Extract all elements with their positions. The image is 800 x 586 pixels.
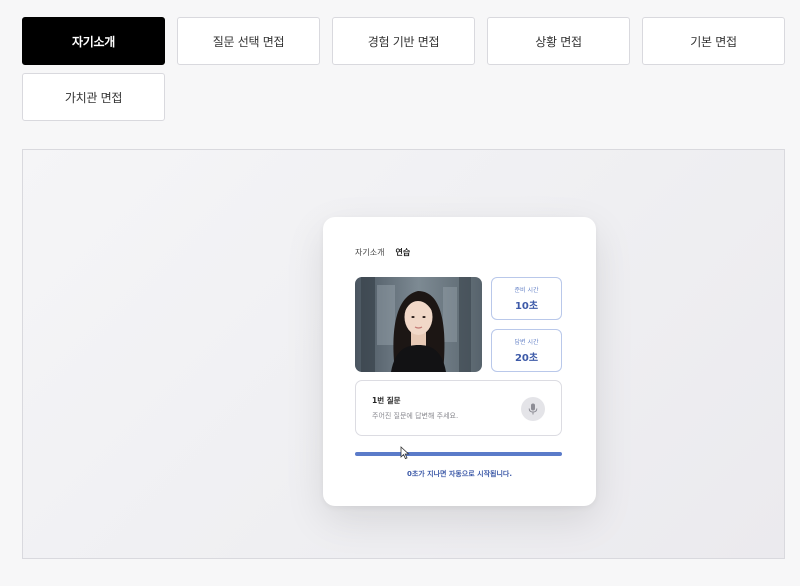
- tab-self-introduction[interactable]: 자기소개: [22, 17, 165, 65]
- prep-time-value: 10초: [514, 301, 539, 312]
- microphone-button[interactable]: [521, 397, 545, 421]
- microphone-icon: [528, 403, 538, 415]
- interviewer-video: [355, 277, 482, 372]
- tab-experience-based-interview[interactable]: 경험 기반 면접: [332, 17, 475, 65]
- answer-time-box: 답변 시간 20초: [491, 329, 562, 372]
- tab-basic-interview[interactable]: 기본 면접: [642, 17, 785, 65]
- breadcrumb-category: 자기소개: [355, 248, 385, 257]
- interviewer-photo: [355, 277, 482, 372]
- answer-time-label: 답변 시간: [514, 339, 539, 346]
- countdown-progress-fill: [355, 452, 562, 456]
- tab-values-interview[interactable]: 가치관 면접: [22, 73, 165, 121]
- auto-start-notice: 0초가 지나면 자동으로 시작됩니다.: [406, 470, 512, 478]
- question-prompt: 주어진 질문에 답변해 주세요.: [372, 412, 459, 420]
- mouse-cursor-icon: [400, 446, 410, 460]
- interview-card: 자기소개 연습 준비 시간 10초 답변 시간 20초 1번 질문 주어진 질문…: [323, 217, 596, 506]
- answer-time-value: 20초: [514, 353, 539, 364]
- tab-situational-interview[interactable]: 상황 면접: [487, 17, 630, 65]
- interview-preview-stage: 자기소개 연습 준비 시간 10초 답변 시간 20초 1번 질문 주어진 질문…: [22, 149, 785, 559]
- prep-time-label: 준비 시간: [514, 287, 539, 294]
- breadcrumb: 자기소개 연습: [355, 247, 410, 258]
- breadcrumb-mode: 연습: [395, 248, 411, 257]
- countdown-progress-bar: [355, 452, 562, 456]
- prep-time-box: 준비 시간 10초: [491, 277, 562, 320]
- tab-selected-question-interview[interactable]: 질문 선택 면접: [177, 17, 320, 65]
- question-title: 1번 질문: [372, 396, 401, 405]
- question-box: 1번 질문 주어진 질문에 답변해 주세요.: [355, 380, 562, 436]
